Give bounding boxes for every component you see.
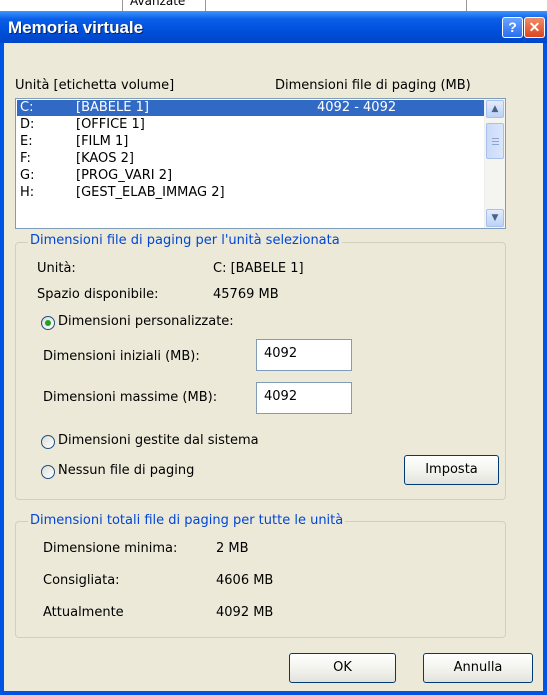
current-label: Attualmente — [43, 605, 124, 620]
current-value: 4092 MB — [216, 605, 274, 620]
virtual-memory-dialog: Memoria virtuale ? ✕ Unità [etichetta vo… — [0, 11, 547, 695]
drive-row-d[interactable]: D: [OFFICE 1] — [17, 117, 485, 133]
custom-size-label[interactable]: Dimensioni personalizzate: — [58, 314, 234, 329]
window-title: Memoria virtuale — [8, 18, 144, 37]
system-managed-label[interactable]: Dimensioni gestite dal sistema — [58, 433, 259, 448]
scroll-thumb[interactable] — [486, 123, 504, 159]
drive-row-f[interactable]: F: [KAOS 2] — [17, 151, 485, 167]
drive-list[interactable]: C: [BABELE 1] 4092 - 4092 D: [OFFICE 1] … — [15, 98, 506, 229]
available-space-value: 45769 MB — [213, 287, 279, 302]
custom-size-radio[interactable] — [41, 316, 55, 330]
selected-drive-group-title: Dimensioni file di paging per l'unità se… — [28, 233, 342, 248]
drive-row-g[interactable]: G: [PROG_VARI 2] — [17, 168, 485, 184]
recommended-value: 4606 MB — [216, 573, 274, 588]
drive-row-h[interactable]: H: [GEST_ELAB_IMMAG 2] — [17, 185, 485, 201]
volume-label: [KAOS 2] — [76, 151, 134, 166]
volume-label: [FILM 1] — [76, 134, 129, 149]
system-managed-radio[interactable] — [41, 435, 55, 449]
scroll-down-arrow-icon[interactable]: ▼ — [486, 209, 504, 227]
set-button[interactable]: Imposta — [404, 455, 499, 485]
initial-size-label: Dimensioni iniziali (MB): — [43, 349, 200, 364]
list-scrollbar[interactable]: ▲ ▼ — [484, 99, 505, 228]
close-button[interactable]: ✕ — [524, 17, 545, 38]
min-size-label: Dimensione minima: — [43, 541, 178, 556]
title-bar[interactable]: Memoria virtuale ? ✕ — [0, 11, 547, 43]
dialog-body: Unità [etichetta volume] Dimensioni file… — [4, 43, 543, 691]
partial-tab-label: Avanzate — [130, 0, 186, 8]
drive-letter: F: — [20, 151, 31, 166]
drive-letter: H: — [20, 185, 35, 200]
min-size-value: 2 MB — [216, 541, 249, 556]
ok-button[interactable]: OK — [289, 653, 396, 683]
size-column-header: Dimensioni file di paging (MB) — [275, 78, 471, 93]
max-size-input[interactable]: 4092 — [256, 382, 352, 414]
initial-size-input[interactable]: 4092 — [256, 339, 352, 371]
drive-row-c[interactable]: C: [BABELE 1] 4092 - 4092 — [17, 100, 485, 116]
drive-letter: G: — [20, 168, 35, 183]
no-paging-file-radio[interactable] — [41, 465, 55, 479]
drive-letter: E: — [20, 134, 33, 149]
help-button[interactable]: ? — [502, 17, 523, 38]
drive-column-header: Unità [etichetta volume] — [15, 78, 175, 93]
drive-letter: D: — [20, 117, 35, 132]
recommended-label: Consigliata: — [43, 573, 120, 588]
available-space-label: Spazio disponibile: — [37, 287, 159, 302]
max-size-label: Dimensioni massime (MB): — [43, 390, 218, 405]
drive-letter: C: — [20, 100, 34, 115]
scroll-up-arrow-icon[interactable]: ▲ — [486, 100, 504, 118]
volume-label: [GEST_ELAB_IMMAG 2] — [76, 185, 225, 200]
volume-label: [OFFICE 1] — [76, 117, 145, 132]
volume-label: [BABELE 1] — [76, 100, 149, 115]
drive-value: C: [BABELE 1] — [213, 261, 304, 276]
total-size-group-title: Dimensioni totali file di paging per tut… — [28, 513, 346, 528]
volume-label: [PROG_VARI 2] — [76, 168, 173, 183]
no-paging-file-label[interactable]: Nessun file di paging — [58, 463, 194, 478]
paging-size: 4092 - 4092 — [317, 100, 397, 115]
cancel-button[interactable]: Annulla — [423, 653, 533, 683]
drive-row-e[interactable]: E: [FILM 1] — [17, 134, 485, 150]
drive-label: Unità: — [37, 261, 76, 276]
